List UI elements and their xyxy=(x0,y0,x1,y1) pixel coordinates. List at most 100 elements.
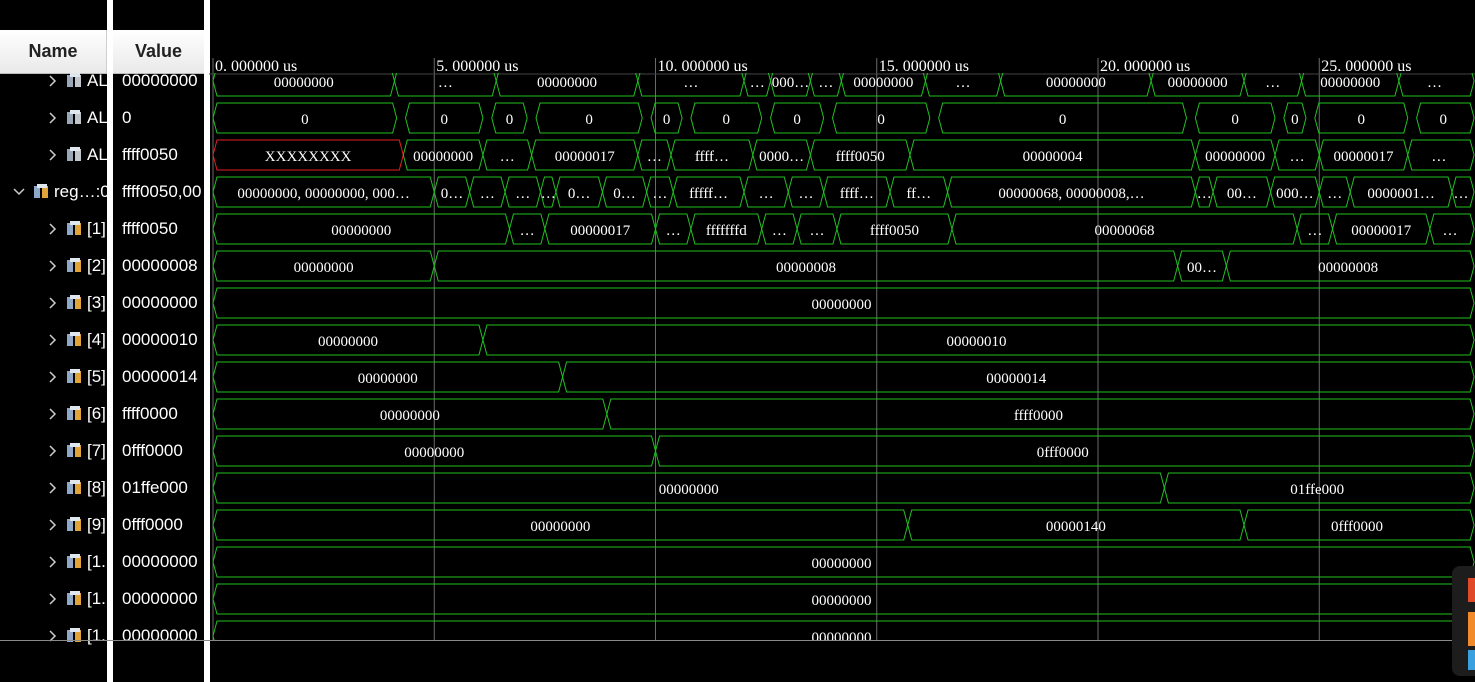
bus-value-label: 00000000 xyxy=(294,260,354,276)
bus-value-label: 00… xyxy=(1187,260,1217,276)
signal-wave-row: 00000000 xyxy=(212,287,1475,319)
signal-wave-row: 00000000 01ffe000 xyxy=(212,472,1475,504)
signal-wave-row: XXXXXXXX 00000000 … 00000017 … ffff… 0000… ffff… xyxy=(212,139,1475,171)
bus-value-label: 00000000 xyxy=(537,75,597,91)
bus-value-label: … xyxy=(1431,149,1446,165)
bus-value-label: … xyxy=(652,186,667,202)
signal-waves: 00000000… 00000000…… 000…… 00000000… 0000000… xyxy=(212,73,1475,646)
bus-value-label: 0… xyxy=(441,186,464,202)
bus-value-label: … xyxy=(818,75,833,91)
bus-value-label: 0 xyxy=(1358,112,1366,128)
bus-value-label: … xyxy=(480,186,495,202)
bus-value-label: 00000017 xyxy=(1334,149,1395,165)
signal-wave-row: 00000000 … 00000000 … … 000… … 00000000 … 0000000… xyxy=(212,73,1475,97)
time-tick-label: 20. 000000 us xyxy=(1100,58,1190,75)
signal-wave-row: 00000000 ffff0000 xyxy=(212,398,1475,430)
bus-value-label: 00000000 xyxy=(530,519,590,535)
bus-value-label: ffff… xyxy=(695,149,729,165)
bus-value-label: fffffffd xyxy=(706,223,747,239)
bus-value-label: 00000000 xyxy=(1320,75,1380,91)
bus-value-label: 00000068 xyxy=(1095,223,1155,239)
bus-value-label: … xyxy=(810,223,825,239)
waveform-viewer: Name Value AL 00000000 AL 0 AL ffff0050 reg…:0… xyxy=(0,0,1475,682)
bus-value-label: 0 xyxy=(1231,112,1239,128)
bus-value-label: 00000000 xyxy=(1205,149,1265,165)
bus-value-label: 0 xyxy=(1440,112,1448,128)
grid-lines xyxy=(212,58,1320,640)
signal-wave-row: 00000000 00000008 00… 00000008 xyxy=(212,250,1475,282)
bus-value-label: 00000000 xyxy=(380,408,440,424)
bus-value-label: 0000… xyxy=(759,149,804,165)
bus-value-label: 00000008 xyxy=(776,260,836,276)
signal-wave-row: 0 0 0 0 0 0 0 0 0 0 0 0 0 xyxy=(212,102,1475,134)
bus-value-label: 0 xyxy=(1291,112,1299,128)
bus-value-label: 00000000 xyxy=(318,334,378,350)
signal-wave-row: 00000000 xyxy=(212,546,1475,578)
waveform-area[interactable]: 0. 000000 us 5. 000000 us 10. 000000 us 15.… xyxy=(0,0,1475,682)
bus-value-label: … xyxy=(1442,223,1457,239)
bus-value-label: 0 xyxy=(506,112,514,128)
bus-value-label: 0 xyxy=(301,112,309,128)
bus-value-label: … xyxy=(1454,186,1469,202)
bus-value-label: 00000008 xyxy=(1318,260,1378,276)
bus-value-label: … xyxy=(647,149,662,165)
bus-value-label: 000… xyxy=(772,75,810,91)
time-tick-label: 15. 000000 us xyxy=(879,58,969,75)
scroll-boundary xyxy=(0,640,1475,641)
time-tick-label: 5. 000000 us xyxy=(436,58,518,75)
bus-value-label: 0… xyxy=(613,186,636,202)
bus-value-label: … xyxy=(1307,223,1322,239)
bus-value-label: 0fff0000 xyxy=(1037,445,1089,461)
bus-value-label: 0 xyxy=(793,112,801,128)
bus-value-label: 00000000 xyxy=(1168,75,1228,91)
bus-value-label: … xyxy=(500,149,515,165)
bus-value-label: 00000000, 00000000, 000… xyxy=(237,186,410,202)
bus-value-label: ffff0050 xyxy=(836,149,885,165)
bus-value-label: 00000000 xyxy=(274,75,334,91)
bus-value-label: 00000017 xyxy=(570,223,631,239)
bus-value-label: XXXXXXXX xyxy=(265,149,352,165)
signal-wave-row: 00000000 00000014 xyxy=(212,361,1475,393)
bus-value-label: … xyxy=(520,223,535,239)
bus-value-label: 00000010 xyxy=(946,334,1006,350)
bus-value-label: ff… xyxy=(906,186,931,202)
bus-value-label: 0 xyxy=(440,112,448,128)
side-handle[interactable] xyxy=(1452,566,1475,676)
bus-value-label: 0 xyxy=(585,112,593,128)
bus-value-label: 00000000 xyxy=(812,556,872,572)
bus-value-label: … xyxy=(1427,75,1442,91)
bus-value-label: … xyxy=(541,186,556,202)
bus-value-label: 00000000 xyxy=(659,482,719,498)
bus-value-label: … xyxy=(772,223,787,239)
bus-value-label: 0 xyxy=(723,112,731,128)
signal-wave-row: 00000000 00000010 xyxy=(212,324,1475,356)
bus-value-label: … xyxy=(759,186,774,202)
bus-value-label: 00000000 xyxy=(404,445,464,461)
bus-value-label: 00000140 xyxy=(1046,519,1106,535)
bus-value-label: 00000000 xyxy=(812,630,872,646)
bus-value-label: 00000000 xyxy=(853,75,913,91)
time-tick-label: 0. 000000 us xyxy=(215,58,297,75)
signal-wave-row: 00000000 0fff0000 xyxy=(212,435,1475,467)
bus-value-label: fffff… xyxy=(689,186,728,202)
bus-value-label: 0 xyxy=(877,112,885,128)
bus-value-label: … xyxy=(798,186,813,202)
bus-value-label: 00… xyxy=(1227,186,1257,202)
bus-value-label: 00000004 xyxy=(1023,149,1084,165)
bus-value-label: 0 xyxy=(1059,112,1067,128)
signal-wave-row: 00000000 … 00000017 … fffffffd … … ffff0050 0000… xyxy=(212,213,1475,245)
bus-value-label: … xyxy=(1197,186,1212,202)
bus-value-label: 000… xyxy=(1276,186,1314,202)
bus-value-label: ffff0000 xyxy=(1014,408,1063,424)
bus-value-label: … xyxy=(750,75,765,91)
bus-value-label: … xyxy=(1327,186,1342,202)
bus-value-label: ffff0050 xyxy=(870,223,919,239)
bus-value-label: … xyxy=(515,186,530,202)
bus-value-label: 0… xyxy=(568,186,591,202)
time-tick-label: 10. 000000 us xyxy=(658,58,748,75)
signal-wave-row: 00000000 xyxy=(212,583,1475,615)
bus-value-label: 00000000 xyxy=(812,297,872,313)
time-tick-label: 25. 000000 us xyxy=(1321,58,1411,75)
bus-value-label: … xyxy=(666,223,681,239)
bus-value-label: 0000001… xyxy=(1367,186,1435,202)
